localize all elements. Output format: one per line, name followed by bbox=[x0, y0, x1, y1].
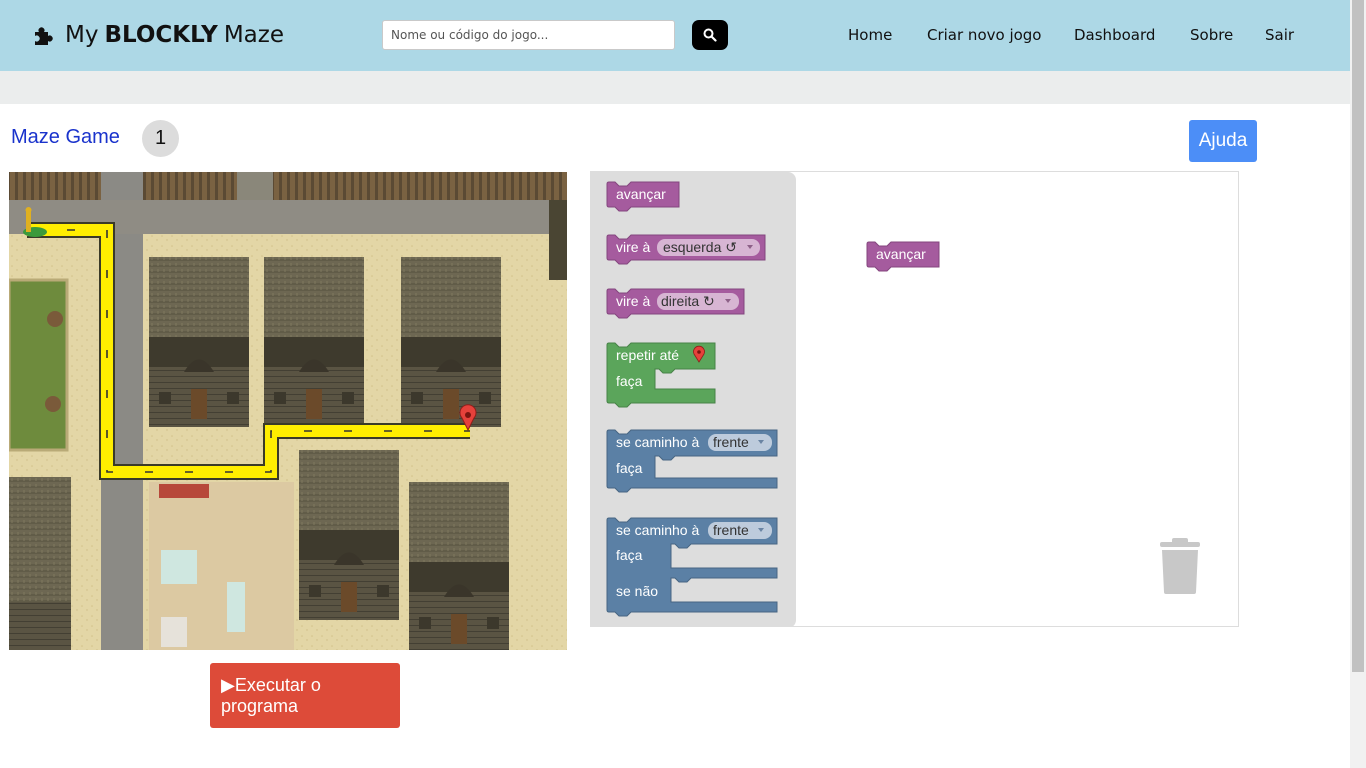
block-if-path-label: se caminho à bbox=[616, 434, 699, 450]
search-button[interactable] bbox=[692, 20, 728, 50]
workspace-block-label: avançar bbox=[876, 246, 926, 262]
blockly-svg: avançar vire à esquerda ↺ vire à direita… bbox=[606, 181, 1200, 617]
block-repeat-until-label: repetir até bbox=[616, 347, 679, 363]
brand-suffix: Maze bbox=[223, 22, 284, 48]
workspace-block-move-forward[interactable]: avançar bbox=[866, 241, 940, 272]
brand-logo[interactable]: My BLOCKLY Maze bbox=[32, 20, 284, 50]
block-repeat-do-label: faça bbox=[616, 373, 643, 389]
block-else-label: se não bbox=[616, 583, 658, 599]
turn-left-dropdown-label: esquerda ↺ bbox=[663, 239, 737, 255]
block-if-else-path-label: se caminho à bbox=[616, 522, 699, 538]
puzzle-piece-icon bbox=[35, 27, 53, 45]
game-title-link[interactable]: Maze Game bbox=[11, 126, 120, 149]
nav-link-dashboard[interactable]: Dashboard bbox=[1074, 26, 1155, 44]
run-program-label: Executar o programa bbox=[221, 675, 321, 716]
block-turn-prefix-label: vire à bbox=[616, 293, 650, 309]
block-if-path[interactable]: se caminho à frente faça bbox=[606, 429, 778, 493]
maze-canvas bbox=[9, 172, 567, 650]
nav-link-create-game[interactable]: Criar novo jogo bbox=[927, 26, 1042, 44]
turn-right-dropdown-label: direita ↻ bbox=[661, 293, 715, 309]
block-turn-left[interactable]: vire à esquerda ↺ bbox=[606, 234, 766, 265]
maze-map bbox=[9, 172, 567, 650]
page-header-strip bbox=[0, 71, 1350, 104]
scrollbar-thumb[interactable] bbox=[1352, 0, 1364, 672]
top-navbar: My BLOCKLY Maze Home Criar novo jogo Das… bbox=[0, 0, 1350, 71]
block-if-else-do-label: faça bbox=[616, 547, 643, 563]
block-turn-prefix-label: vire à bbox=[616, 239, 650, 255]
nav-link-about[interactable]: Sobre bbox=[1190, 26, 1233, 44]
if-path-direction-label: frente bbox=[713, 434, 749, 450]
trash-can-icon[interactable] bbox=[1160, 538, 1200, 594]
block-repeat-until[interactable]: repetir até faça bbox=[606, 342, 716, 408]
block-move-forward[interactable]: avançar bbox=[606, 181, 680, 212]
block-turn-right[interactable]: vire à direita ↻ bbox=[606, 288, 745, 319]
block-if-path-else[interactable]: se caminho à frente faça se não bbox=[606, 517, 778, 617]
blockly-workspace[interactable]: avançar vire à esquerda ↺ vire à direita… bbox=[590, 171, 1239, 627]
if-else-path-direction-label: frente bbox=[713, 522, 749, 538]
nav-link-home[interactable]: Home bbox=[848, 26, 892, 44]
search-input[interactable] bbox=[382, 20, 675, 50]
search-icon bbox=[703, 28, 717, 42]
block-if-do-label: faça bbox=[616, 460, 643, 476]
brand-bold: BLOCKLY bbox=[104, 22, 218, 48]
nav-link-logout[interactable]: Sair bbox=[1265, 26, 1294, 44]
help-button[interactable]: Ajuda bbox=[1189, 120, 1257, 162]
level-badge[interactable]: 1 bbox=[142, 120, 179, 157]
brand-prefix: My bbox=[65, 22, 99, 48]
play-icon: ▶ bbox=[221, 675, 235, 695]
run-program-button[interactable]: ▶Executar o programa bbox=[210, 663, 400, 728]
block-move-forward-label: avançar bbox=[616, 186, 666, 202]
